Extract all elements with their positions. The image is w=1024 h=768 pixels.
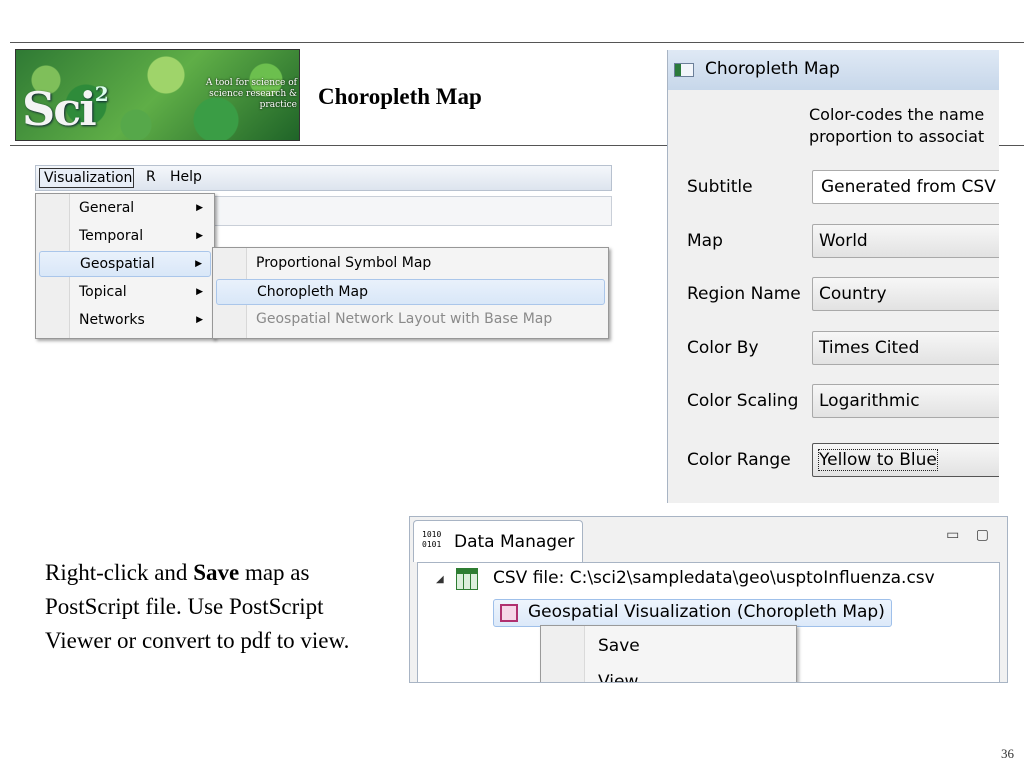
menu-item-temporal[interactable]: Temporal ▶	[39, 224, 211, 250]
choropleth-dialog: Choropleth Map Color-codes the name prop…	[667, 50, 999, 503]
visualization-icon	[500, 604, 518, 622]
sci2-logo: Sci2 A tool for science of science resea…	[15, 49, 300, 141]
menubar: Visualization R Help	[35, 165, 612, 191]
color-range-value: Yellow to Blue	[818, 449, 938, 471]
menu-item-topical[interactable]: Topical ▶	[39, 280, 211, 306]
dialog-titlebar[interactable]: Choropleth Map	[668, 50, 999, 90]
context-menu-save[interactable]: Save	[598, 636, 640, 656]
context-menu: Save View	[540, 625, 797, 682]
subtitle-input[interactable]: Generated from CSV	[812, 170, 999, 204]
data-manager-tree: ◢ CSV file: C:\sci2\sampledata\geo\uspto…	[417, 562, 1000, 682]
submenu-arrow-icon: ▶	[195, 259, 202, 269]
color-scaling-select[interactable]: Logarithmic	[812, 384, 999, 418]
color-by-select[interactable]: Times Cited	[812, 331, 999, 365]
dialog-title: Choropleth Map	[705, 59, 840, 79]
submenu-arrow-icon: ▶	[196, 203, 203, 213]
menu-item-proportional-symbol-map[interactable]: Proportional Symbol Map	[216, 251, 605, 277]
menu-item-networks[interactable]: Networks ▶	[39, 308, 211, 334]
menu-item-choropleth-map[interactable]: Choropleth Map	[216, 279, 605, 305]
tree-item-geospatial-visualization[interactable]: Geospatial Visualization (Choropleth Map…	[493, 599, 892, 627]
dialog-description: Color-codes the name proportion to assoc…	[809, 105, 985, 146]
binary-icon: 1010 0101	[422, 530, 442, 549]
toolbar-strip	[212, 196, 612, 226]
table-icon	[456, 568, 478, 590]
instructions-text: Right-click and Save map as PostScript f…	[45, 560, 350, 653]
window-icon	[674, 63, 694, 77]
region-name-select[interactable]: Country	[812, 277, 999, 311]
region-name-label: Region Name	[687, 284, 801, 304]
tab-data-manager[interactable]: 1010 0101 Data Manager	[413, 520, 583, 562]
menu-r[interactable]: R	[142, 168, 160, 188]
page-number: 36	[1001, 746, 1014, 761]
context-menu-view[interactable]: View	[598, 672, 638, 682]
geospatial-submenu: Proportional Symbol Map Choropleth Map G…	[212, 247, 609, 339]
menu-help[interactable]: Help	[166, 168, 206, 188]
data-manager-panel: 1010 0101 Data Manager ▭ ▢ ◢ CSV file: C…	[409, 516, 1008, 683]
header-rule-top	[10, 42, 1024, 43]
slide-title: Choropleth Map	[318, 84, 482, 109]
map-label: Map	[687, 231, 723, 251]
color-scaling-label: Color Scaling	[687, 391, 799, 411]
tree-item-csv[interactable]: ◢ CSV file: C:\sci2\sampledata\geo\uspto…	[418, 563, 998, 595]
logo-tagline: A tool for science of science research &…	[205, 78, 297, 110]
menu-item-geospatial-network-layout: Geospatial Network Layout with Base Map	[256, 311, 553, 327]
minimize-maximize-icons[interactable]: ▭ ▢	[946, 527, 995, 543]
menu-visualization[interactable]: Visualization	[39, 168, 134, 188]
save-emphasis: Save	[193, 560, 240, 585]
submenu-arrow-icon: ▶	[196, 315, 203, 325]
subtitle-label: Subtitle	[687, 177, 753, 197]
menu-item-geospatial[interactable]: Geospatial ▶	[39, 251, 211, 277]
visualization-menu: General ▶ Temporal ▶ Geospatial ▶ Topical ▶ …	[35, 193, 215, 339]
expand-arrow-icon[interactable]: ◢	[436, 574, 444, 585]
map-select[interactable]: World	[812, 224, 999, 258]
color-range-label: Color Range	[687, 450, 791, 470]
color-range-select[interactable]: Yellow to Blue	[812, 443, 999, 477]
color-by-label: Color By	[687, 338, 759, 358]
menu-item-general[interactable]: General ▶	[39, 196, 211, 222]
submenu-arrow-icon: ▶	[196, 287, 203, 297]
submenu-arrow-icon: ▶	[196, 231, 203, 241]
logo-mark: Sci2	[22, 82, 109, 136]
